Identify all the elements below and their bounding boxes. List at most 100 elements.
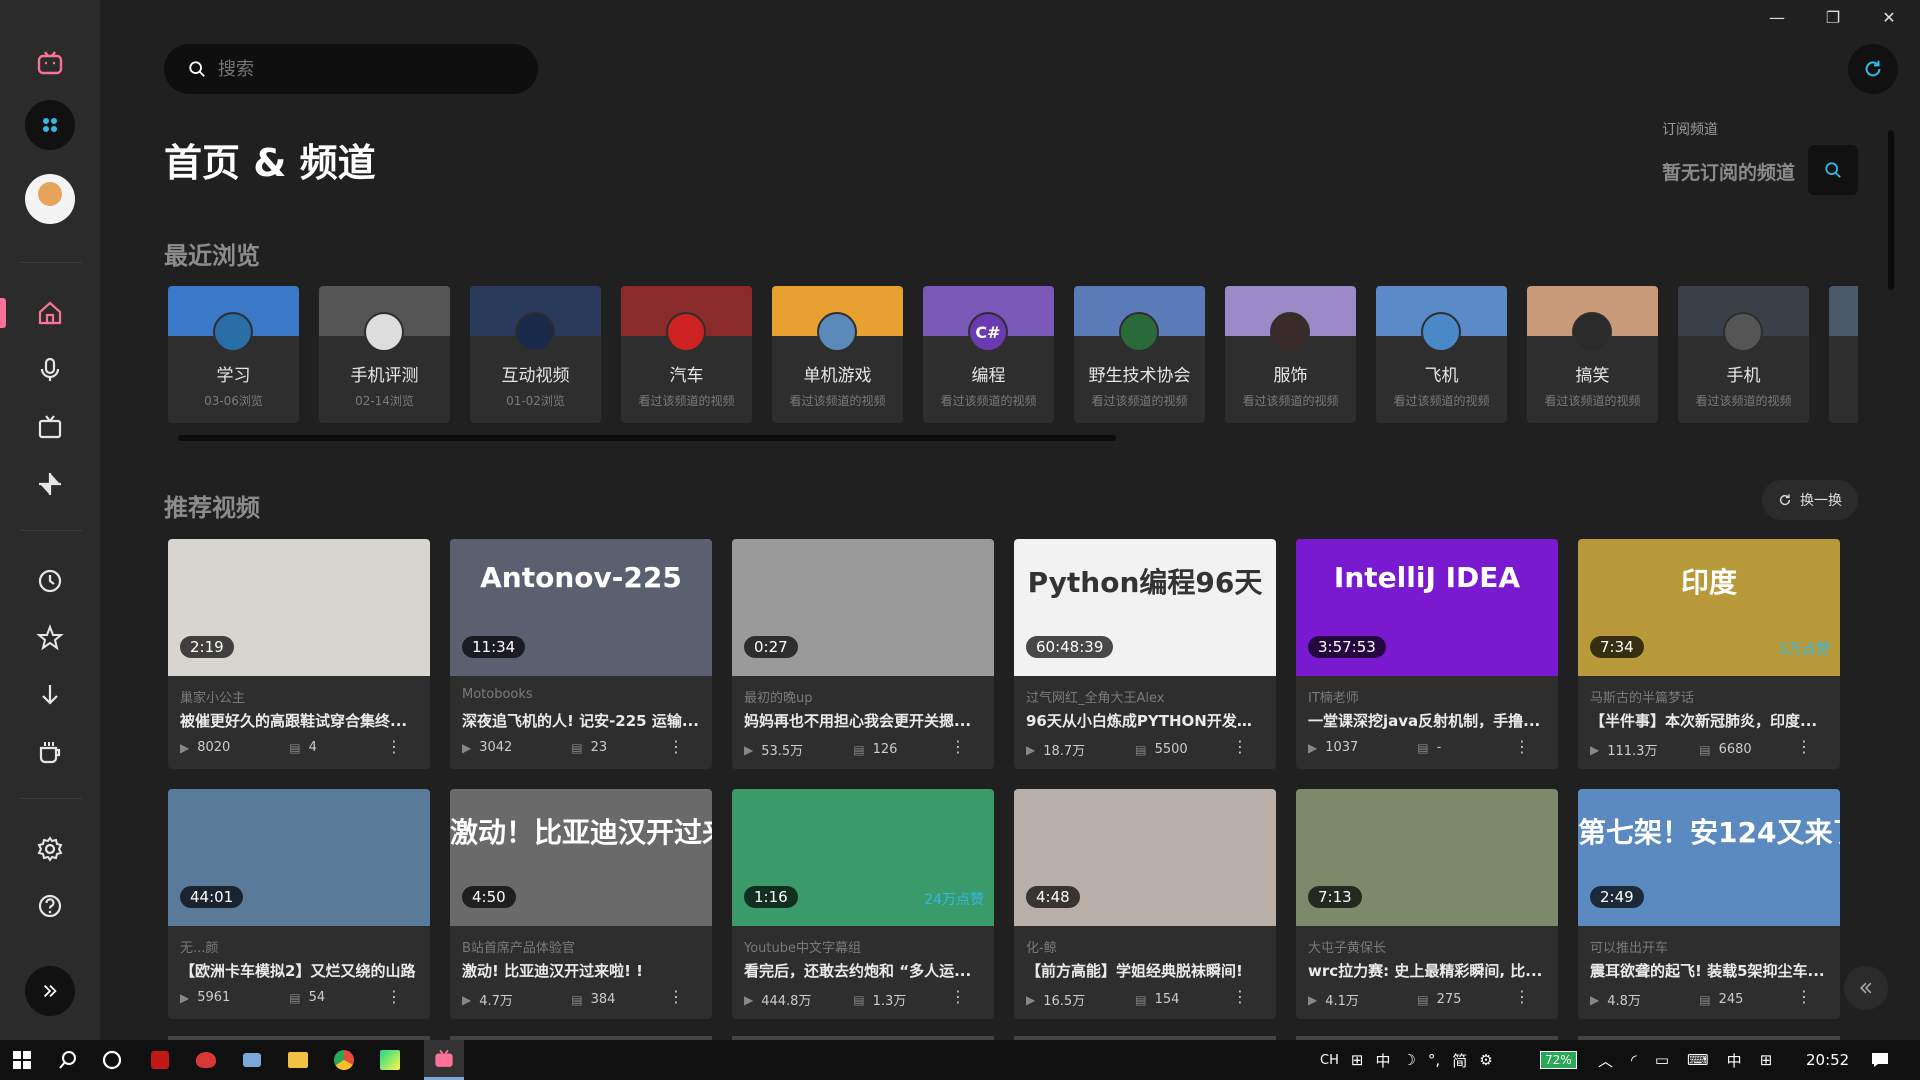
video-author[interactable]: Youtube中文字幕组 <box>744 937 861 956</box>
video-card[interactable]: 第七架！安124又来了 2:49 可以推出开车 震耳欲聋的起飞! 装载5架抑尘车...… <box>1578 789 1840 1019</box>
ime-grid-icon[interactable]: ⊞ <box>1351 1051 1364 1069</box>
video-author[interactable]: 可以推出开车 <box>1590 937 1668 956</box>
app-camera-icon[interactable] <box>240 1048 264 1072</box>
channel-card[interactable]: 单机游戏 看过该频道的视频 <box>772 286 903 423</box>
history-clock-icon[interactable] <box>25 556 75 606</box>
cortana-circle-icon[interactable] <box>100 1048 124 1072</box>
more-options-icon[interactable]: ⋮ <box>1232 987 1248 1006</box>
horizontal-scrollbar[interactable] <box>178 435 1116 441</box>
file-explorer-icon[interactable] <box>286 1048 310 1072</box>
minimize-button[interactable]: — <box>1762 8 1792 27</box>
video-title[interactable]: 【前方高能】学姐经典脱袜瞬间! <box>1026 960 1266 981</box>
video-author[interactable]: 最初的晚up <box>744 687 813 706</box>
channel-card[interactable]: C# 编程 看过该频道的视频 <box>923 286 1054 423</box>
bilibili-logo-icon[interactable] <box>25 38 75 88</box>
avatar[interactable] <box>25 174 75 224</box>
video-title[interactable]: 一堂课深挖java反射机制，手撸... <box>1308 710 1548 731</box>
app-red-icon[interactable] <box>148 1048 172 1072</box>
video-title[interactable]: 激动! 比亚迪汉开过来啦! ! <box>462 960 702 981</box>
close-button[interactable]: ✕ <box>1874 8 1904 27</box>
channel-card[interactable]: 看 <box>1829 286 1858 423</box>
video-card[interactable]: 7:13 大屯子黄保长 wrc拉力赛: 史上最精彩瞬间, 比... ▶ 4.1万 ▤ 275… <box>1296 789 1558 1019</box>
channel-card[interactable]: 互动视频 01-02浏览 <box>470 286 601 423</box>
video-card[interactable]: 2:19 巢家小公主 被催更好久的高跟鞋试穿合集终... ▶ 8020 ▤ 4 ⋮ <box>168 539 430 769</box>
ime-settings-icon[interactable]: ⚙ <box>1479 1051 1492 1069</box>
help-icon[interactable] <box>25 881 75 931</box>
video-card[interactable]: 1:16 24万点赞 Youtube中文字幕组 看完后，还敢去约炮和 “多人运... ▶… <box>732 789 994 1019</box>
video-title[interactable]: 震耳欲聋的起飞! 装载5架抑尘车... <box>1590 960 1830 981</box>
restore-button[interactable]: ❐ <box>1818 8 1848 27</box>
video-title[interactable]: 96天从小白炼成PYTHON开发大... <box>1026 710 1266 731</box>
apps-grid-icon[interactable] <box>25 100 75 150</box>
video-title[interactable]: 妈妈再也不用担心我会更开关摁... <box>744 710 984 731</box>
video-card[interactable]: 4:48 化-鲸 【前方高能】学姐经典脱袜瞬间! ▶ 16.5万 ▤ 154 ⋮ <box>1014 789 1276 1019</box>
tray-chevron-up-icon[interactable]: ︿ <box>1598 1050 1613 1071</box>
bilibili-taskbar-icon[interactable] <box>424 1040 464 1080</box>
ime-tray[interactable]: CH ⊞ 中 ☽ °, 简 ⚙ <box>1320 1040 1493 1080</box>
channel-card[interactable]: 飞机 看过该频道的视频 <box>1376 286 1507 423</box>
video-author[interactable]: 马斯古的半篇梦话 <box>1590 687 1694 706</box>
video-author[interactable]: B站首席产品体验官 <box>462 937 575 956</box>
video-title[interactable]: 看完后，还敢去约炮和 “多人运... <box>744 960 984 981</box>
video-author[interactable]: IT楠老师 <box>1308 687 1359 706</box>
video-title[interactable]: 【欧洲卡车模拟2】又烂又绕的山路 <box>180 960 420 981</box>
battery-icon[interactable]: ▭ <box>1655 1051 1669 1069</box>
vertical-scrollbar[interactable] <box>1888 130 1894 290</box>
more-options-icon[interactable]: ⋮ <box>950 987 966 1006</box>
search-bar[interactable] <box>164 44 538 94</box>
video-author[interactable]: 过气网红_全角大王Alex <box>1026 687 1164 706</box>
video-title[interactable]: 深夜追飞机的人! 记安-225 运输... <box>462 710 702 731</box>
search-input[interactable] <box>218 58 518 80</box>
more-options-icon[interactable]: ⋮ <box>386 987 402 1006</box>
video-title[interactable]: 【半件事】本次新冠肺炎，印度... <box>1590 710 1830 731</box>
video-card[interactable]: IntelliJ IDEA 3:57:53 IT楠老师 一堂课深挖java反射机制，手… <box>1296 539 1558 769</box>
ime-punct-icon[interactable]: °, <box>1428 1051 1440 1069</box>
language-indicator[interactable]: 中 <box>1727 1050 1742 1071</box>
settings-gear-icon[interactable] <box>25 824 75 874</box>
video-card[interactable]: 44:01 无...颜 【欧洲卡车模拟2】又烂又绕的山路 ▶ 5961 ▤ 54 ⋮ <box>168 789 430 1019</box>
system-tray[interactable]: ︿ ◜ ▭ ⌨ 中 ⊞ <box>1598 1040 1772 1080</box>
video-title[interactable]: wrc拉力赛: 史上最精彩瞬间, 比... <box>1308 960 1548 981</box>
battery-tray[interactable]: 72% <box>1540 1040 1577 1080</box>
video-author[interactable]: Motobooks <box>462 687 533 702</box>
video-card[interactable]: Python编程96天 60:48:39 过气网红_全角大王Alex 96天从小白炼成… <box>1014 539 1276 769</box>
video-card[interactable]: 0:27 最初的晚up 妈妈再也不用担心我会更开关摁... ▶ 53.5万 ▤ 126 ⋮ <box>732 539 994 769</box>
more-options-icon[interactable]: ⋮ <box>668 987 684 1006</box>
notification-icon[interactable] <box>1870 1040 1890 1080</box>
video-title[interactable]: 被催更好久的高跟鞋试穿合集终... <box>180 710 420 731</box>
favorites-star-icon[interactable] <box>25 613 75 663</box>
more-options-icon[interactable]: ⋮ <box>950 737 966 756</box>
ime-simplified[interactable]: 简 <box>1452 1050 1467 1071</box>
channel-card[interactable]: 野生技术协会 看过该频道的视频 <box>1074 286 1205 423</box>
video-author[interactable]: 巢家小公主 <box>180 687 245 706</box>
ime-mode-icon[interactable]: ⊞ <box>1760 1051 1773 1069</box>
more-options-icon[interactable]: ⋮ <box>1796 987 1812 1006</box>
video-author[interactable]: 大屯子黄保长 <box>1308 937 1386 956</box>
channel-card[interactable]: 手机 看过该频道的视频 <box>1678 286 1809 423</box>
video-card[interactable]: 印度 7:34 5万点赞 马斯古的半篇梦话 【半件事】本次新冠肺炎，印度... ▶ 111.… <box>1578 539 1840 769</box>
pycharm-icon[interactable] <box>378 1048 402 1072</box>
more-options-icon[interactable]: ⋮ <box>668 737 684 756</box>
channel-card[interactable]: 服饰 看过该频道的视频 <box>1225 286 1356 423</box>
more-options-icon[interactable]: ⋮ <box>1796 737 1812 756</box>
taskbar-search-icon[interactable] <box>56 1048 80 1072</box>
channel-card[interactable]: 搞笑 看过该频道的视频 <box>1527 286 1658 423</box>
ime-chinese[interactable]: 中 <box>1375 1050 1390 1071</box>
discover-icon[interactable] <box>25 459 75 509</box>
expand-sidebar-icon[interactable] <box>25 966 75 1016</box>
refresh-button[interactable] <box>1848 44 1898 94</box>
wifi-icon[interactable]: ◜ <box>1631 1051 1637 1069</box>
tv-icon[interactable] <box>25 402 75 452</box>
ime-ch[interactable]: CH <box>1320 1053 1339 1068</box>
download-icon[interactable] <box>25 670 75 720</box>
channel-card[interactable]: 汽车 看过该频道的视频 <box>621 286 752 423</box>
more-options-icon[interactable]: ⋮ <box>1232 737 1248 756</box>
video-author[interactable]: 化-鲸 <box>1026 937 1057 956</box>
subscribed-search-button[interactable] <box>1808 145 1858 195</box>
video-author[interactable]: 无...颜 <box>180 937 218 956</box>
more-options-icon[interactable]: ⋮ <box>1514 737 1530 756</box>
shuffle-button[interactable]: 换一换 <box>1762 480 1858 520</box>
watch-later-cup-icon[interactable] <box>25 727 75 777</box>
more-options-icon[interactable]: ⋮ <box>1514 987 1530 1006</box>
channel-card[interactable]: 学习 03-06浏览 <box>168 286 299 423</box>
